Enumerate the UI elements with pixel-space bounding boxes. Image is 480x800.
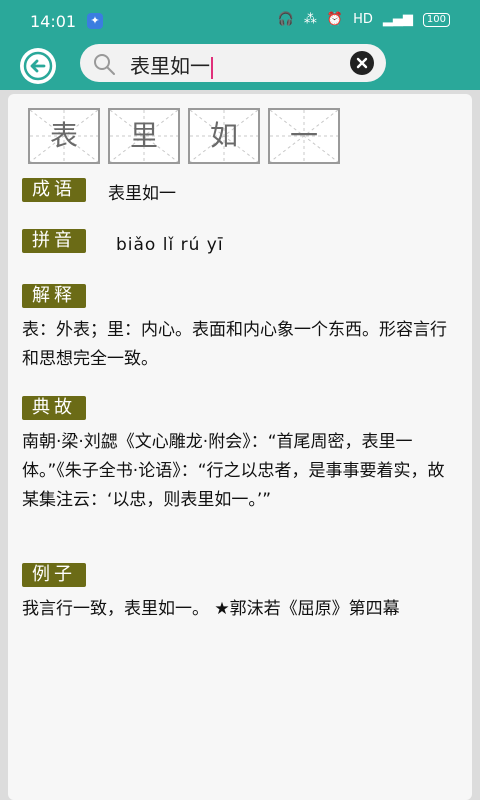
search-input[interactable]: 表里如一	[130, 50, 213, 79]
character: 一	[289, 119, 318, 152]
clear-search-button[interactable]	[350, 51, 374, 75]
close-icon	[356, 57, 368, 69]
notification-app-icon: ✦	[87, 13, 103, 29]
pinyin-text: biǎo lǐ rú yī	[116, 235, 224, 255]
status-time: 14:01	[30, 12, 77, 31]
search-icon	[94, 54, 115, 75]
section-label-chengyu: 成语	[22, 178, 86, 202]
alarm-icon: ⏰	[326, 12, 344, 27]
section-label-lizi: 例子	[22, 563, 86, 587]
section-label-diangu: 典故	[22, 396, 86, 420]
character: 表	[49, 119, 78, 152]
status-bar: 14:01 ✦ 🎧 ⁂ ⏰ HD ▂▄▆ 100	[0, 0, 480, 44]
diangu-text: 南朝·梁·刘勰《文心雕龙·附会》：“首尾周密，表里一体。”《朱子全书·论语》：“…	[22, 432, 445, 510]
character: 里	[129, 119, 158, 152]
text-cursor	[211, 56, 213, 79]
back-button[interactable]	[20, 48, 56, 84]
network-type: HD	[353, 12, 373, 27]
headset-icon: 🎧	[277, 12, 294, 27]
character-grid: 表 里 如 一	[28, 108, 340, 164]
search-box[interactable]: 表里如一	[80, 44, 386, 82]
status-icons: 🎧 ⁂ ⏰ HD ▂▄▆ 100	[278, 12, 450, 27]
character-cell: 一	[268, 108, 340, 164]
section-label-pinyin: 拼音	[22, 229, 86, 253]
arrow-left-icon	[23, 51, 53, 81]
chengyu-text: 表里如一	[108, 184, 176, 204]
vibrate-icon: ⁂	[303, 12, 317, 27]
character: 如	[209, 119, 238, 152]
idiom-detail-card: 表 里 如 一 成语 表里如一 拼音 biǎo lǐ rú yī 解释 表：外表…	[8, 94, 472, 800]
character-cell: 表	[28, 108, 100, 164]
character-cell: 如	[188, 108, 260, 164]
app-header: 14:01 ✦ 🎧 ⁂ ⏰ HD ▂▄▆ 100 表里如一	[0, 0, 480, 90]
section-label-jieshi: 解释	[22, 284, 86, 308]
battery-icon: 100	[422, 12, 450, 27]
lizi-text: 我言行一致，表里如一。 ★郭沫若《屈原》第四幕	[22, 599, 400, 619]
character-cell: 里	[108, 108, 180, 164]
jieshi-text: 表：外表；里：内心。表面和内心象一个东西。形容言行和思想完全一致。	[22, 320, 447, 369]
search-query-text: 表里如一	[130, 54, 210, 78]
signal-icon: ▂▄▆	[382, 12, 413, 27]
